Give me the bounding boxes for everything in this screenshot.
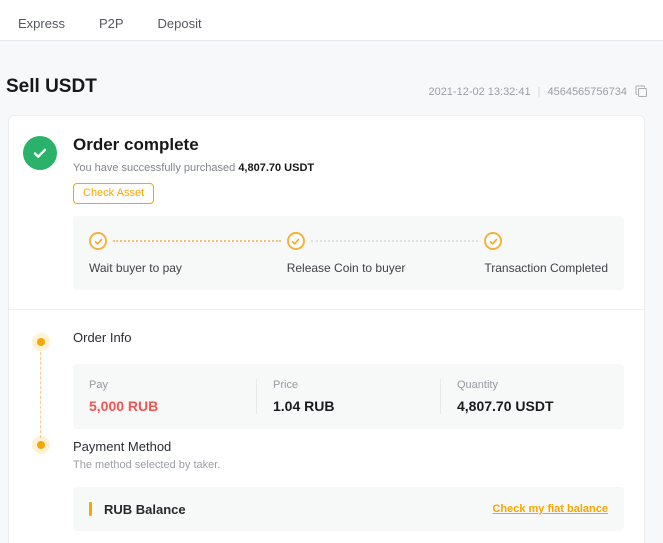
step-label: Wait buyer to pay [89,261,287,275]
order-timestamp: 2021-12-02 13:32:41 [428,86,530,98]
success-message: You have successfully purchased 4,807.70… [73,162,314,175]
order-complete-text: Order complete You have successfully pur… [73,134,314,204]
payment-method-heading: Payment Method [73,439,644,455]
order-details-section: Order Info Pay 5,000 RUB Price 1.04 RUB … [9,310,644,531]
step-connector-1 [113,240,281,242]
check-fiat-balance-link[interactable]: Check my fiat balance [492,503,608,515]
order-info-price: Price 1.04 RUB [256,379,440,414]
field-label: Pay [89,379,256,392]
meta-separator: | [538,86,541,98]
payment-method-row: RUB Balance Check my fiat balance [73,487,624,531]
method-indicator-bar [89,502,92,516]
timeline-connector [40,352,41,438]
check-circle-icon [484,232,502,250]
order-id: 4564565756734 [547,86,627,98]
order-info-heading: Order Info [73,330,644,346]
order-card: Order complete You have successfully pur… [8,115,645,543]
field-label: Quantity [457,379,624,392]
step-connector-2 [311,240,479,242]
step-transaction-completed: Transaction Completed [484,232,608,275]
page-header: Sell USDT 2021-12-02 13:32:41 | 45645657… [6,41,648,99]
timeline-dot-icon [37,338,45,346]
purchased-amount: 4,807.70 USDT [238,162,314,174]
check-asset-button[interactable]: Check Asset [73,183,154,204]
order-info-quantity: Quantity 4,807.70 USDT [440,379,624,414]
payment-method-subtitle: The method selected by taker. [73,459,644,472]
field-label: Price [273,379,440,392]
timeline-dot-icon [37,441,45,449]
tab-p2p[interactable]: P2P [99,16,124,31]
tab-express[interactable]: Express [18,16,65,31]
success-check-icon [23,136,57,170]
payment-method-name: RUB Balance [104,502,186,517]
check-circle-icon [287,232,305,250]
step-wait-buyer: Wait buyer to pay [89,232,287,275]
field-value: 4,807.70 USDT [457,398,624,414]
page-background: Sell USDT 2021-12-02 13:32:41 | 45645657… [0,41,663,543]
tab-deposit[interactable]: Deposit [158,16,202,31]
step-release-coin: Release Coin to buyer [287,232,485,275]
order-meta: 2021-12-02 13:32:41 | 4564565756734 [428,85,648,99]
order-info-pay: Pay 5,000 RUB [73,379,256,414]
success-message-prefix: You have successfully purchased [73,162,238,174]
copy-icon[interactable] [635,85,648,98]
progress-steps-panel: Wait buyer to pay Release Coin to buyer [73,216,624,290]
field-value: 5,000 RUB [89,398,256,414]
progress-steps: Wait buyer to pay Release Coin to buyer [89,232,608,275]
field-value: 1.04 RUB [273,398,440,414]
check-circle-icon [89,232,107,250]
step-label: Transaction Completed [484,261,608,275]
order-info-panel: Pay 5,000 RUB Price 1.04 RUB Quantity 4,… [73,364,624,429]
step-label: Release Coin to buyer [287,261,485,275]
top-nav: Express P2P Deposit [0,0,663,41]
page-title: Sell USDT [6,75,97,99]
order-complete-section: Order complete You have successfully pur… [23,134,624,204]
order-status-title: Order complete [73,134,314,156]
